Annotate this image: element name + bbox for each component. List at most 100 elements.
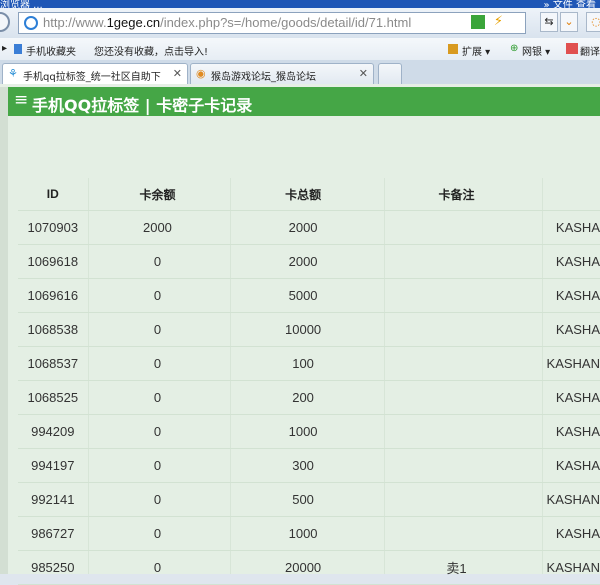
cell-remark: 卖1 [378, 550, 535, 585]
cell-code: KASHA [534, 278, 600, 313]
netbank-icon: ⊕ [510, 43, 519, 54]
card-records-table: ID 卡余额 卡总额 卡备注 1070903 2000 2000 KASHA 10696… [18, 178, 600, 585]
menu-icon[interactable]: ≡ [14, 90, 28, 110]
cell-id: 994209 [18, 414, 88, 449]
cell-remark [378, 346, 535, 381]
table-row[interactable]: 1068537 0 100 KASHAN [18, 346, 600, 381]
cell-remark [378, 210, 535, 245]
cell-balance: 0 [87, 550, 228, 585]
cell-id: 994197 [18, 448, 88, 483]
table-row[interactable]: 1069618 0 2000 KASHA [18, 244, 600, 279]
cell-total: 2000 [227, 210, 379, 245]
tab-favicon-icon: ⚘ [8, 67, 18, 80]
cell-balance: 0 [87, 244, 228, 279]
cell-code: KASHA [534, 516, 600, 551]
url-path: /index.php?s=/home/goods/detail/id/71.ht… [160, 15, 412, 30]
page-content: ID 卡余额 卡总额 卡备注 1070903 2000 2000 KASHA 10696… [8, 116, 600, 585]
mobile-favorites-link[interactable]: 手机收藏夹 [26, 43, 76, 58]
netbank-button[interactable]: 网银 ▾ [522, 43, 550, 58]
table-row[interactable]: 992141 0 500 KASHAN [18, 482, 600, 517]
close-icon[interactable]: ✕ [359, 67, 368, 80]
mobile-favorites-icon [14, 44, 22, 54]
table-row[interactable]: 1068525 0 200 KASHA [18, 380, 600, 415]
table-row[interactable]: 994197 0 300 KASHA [18, 448, 600, 483]
qr-code-icon[interactable] [471, 15, 485, 29]
window-title: 浏览器 ... [0, 0, 43, 8]
cell-id: 1068537 [18, 346, 88, 381]
close-icon[interactable]: ✕ [173, 67, 182, 80]
cell-id: 1069618 [18, 244, 88, 279]
cell-balance: 0 [87, 516, 228, 551]
table-row[interactable]: 994209 0 1000 KASHA [18, 414, 600, 449]
cell-total: 300 [227, 448, 379, 483]
cell-code: KASHA [534, 380, 600, 415]
cell-id: 992141 [18, 482, 88, 517]
cell-balance: 0 [87, 346, 228, 381]
address-bar[interactable]: http://www.1gege.cn/index.php?s=/home/go… [18, 12, 526, 34]
browser-logo-icon: ◌ [591, 15, 600, 28]
cell-remark [378, 448, 535, 483]
window-titlebar: 浏览器 ... » 文件 查看 [0, 0, 600, 8]
translate-button[interactable]: 翻译 [580, 43, 600, 58]
new-tab-button[interactable] [378, 63, 402, 84]
page-left-margin [0, 87, 8, 574]
cell-remark [378, 482, 535, 517]
cell-total: 200 [227, 380, 379, 415]
tab-mobile-qq-tags[interactable]: ⚘ 手机qq拉标签_统一社区自助下 ✕ [2, 63, 188, 84]
back-button[interactable] [0, 12, 10, 32]
browser-logo-button[interactable]: ◌ [586, 12, 600, 32]
cell-id: 986727 [18, 516, 88, 551]
cell-remark [378, 312, 535, 347]
cell-balance: 0 [87, 482, 228, 517]
table-row[interactable]: 986727 0 1000 KASHA [18, 516, 600, 551]
cell-code: KASHA [534, 312, 600, 347]
cell-code: KASHAN [534, 550, 600, 585]
cell-remark [378, 380, 535, 415]
window-menu-right[interactable]: » 文件 查看 [544, 0, 596, 8]
refresh-icon: ⇆ [544, 15, 554, 28]
dropdown-button[interactable]: ⌄ [560, 12, 578, 32]
lightning-icon[interactable]: ⚡ [494, 14, 503, 29]
header-id: ID [18, 178, 88, 211]
tab-strip: ⚘ 手机qq拉标签_统一社区自助下 ✕ ◉ 猴岛游戏论坛_猴岛论坛 ✕ [0, 60, 600, 85]
table-row[interactable]: 1068538 0 10000 KASHA [18, 312, 600, 347]
cell-balance: 0 [87, 312, 228, 347]
cell-remark [378, 414, 535, 449]
table-row[interactable]: 1069616 0 5000 KASHA [18, 278, 600, 313]
table-row[interactable]: 1070903 2000 2000 KASHA [18, 210, 600, 245]
tab-label: 猴岛游戏论坛_猴岛论坛 [211, 72, 316, 83]
cell-remark [378, 278, 535, 313]
cell-total: 2000 [227, 244, 379, 279]
cell-balance: 0 [87, 414, 228, 449]
favbar-arrow-icon[interactable]: ▸ [2, 43, 7, 54]
cell-id: 1070903 [18, 210, 88, 245]
cell-total: 10000 [227, 312, 379, 347]
cell-remark [378, 244, 535, 279]
refresh-button[interactable]: ⇆ [540, 12, 558, 32]
cell-balance: 0 [87, 278, 228, 313]
cell-code: KASHA [534, 448, 600, 483]
import-favorites-hint[interactable]: 您还没有收藏，点击导入! [94, 43, 208, 58]
cell-total: 20000 [227, 550, 379, 585]
page-viewport: ≡ 手机QQ拉标签 | 卡密子卡记录 ID 卡余额 卡总额 卡备注 107090… [0, 84, 600, 585]
header-remark: 卡备注 [378, 178, 535, 211]
tab-houdao-forum[interactable]: ◉ 猴岛游戏论坛_猴岛论坛 ✕ [190, 63, 374, 84]
header-balance: 卡余额 [87, 178, 228, 211]
cell-code: KASHAN [534, 346, 600, 381]
cell-id: 1068538 [18, 312, 88, 347]
favorites-bar: ▸ 手机收藏夹 您还没有收藏，点击导入! 扩展 ▾ ⊕ 网银 ▾ 翻译 [0, 38, 600, 61]
cell-code: KASHA [534, 210, 600, 245]
extensions-button[interactable]: 扩展 ▾ [462, 43, 490, 58]
cell-balance: 0 [87, 380, 228, 415]
cell-total: 1000 [227, 516, 379, 551]
cell-id: 985250 [18, 550, 88, 585]
extensions-icon [448, 44, 458, 54]
table-row[interactable]: 985250 0 20000 卖1 KASHAN [18, 550, 600, 585]
cell-id: 1068525 [18, 380, 88, 415]
translate-icon [566, 43, 578, 54]
table-header-row: ID 卡余额 卡总额 卡备注 [18, 178, 600, 211]
header-total: 卡总额 [227, 178, 379, 211]
address-url[interactable]: http://www.1gege.cn/index.php?s=/home/go… [43, 15, 411, 30]
cell-id: 1069616 [18, 278, 88, 313]
tab-favicon-icon: ◉ [196, 67, 206, 80]
